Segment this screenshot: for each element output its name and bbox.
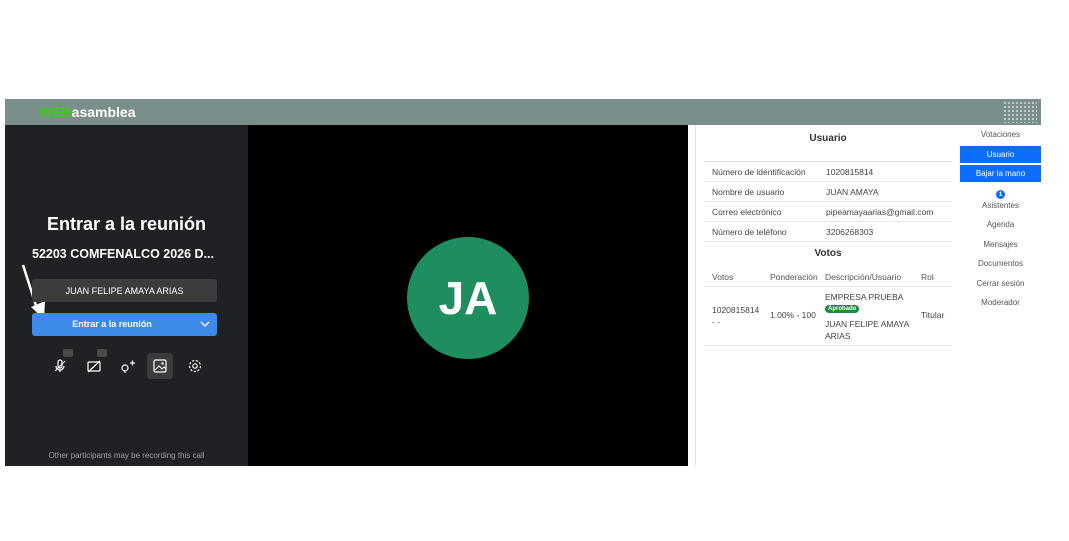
info-value: pipeamayaarias@gmail.com xyxy=(826,207,934,217)
nav-moderador[interactable]: Moderador xyxy=(960,298,1041,307)
vote-id: 1020815814 xyxy=(712,305,760,315)
camera-toggle[interactable] xyxy=(81,349,107,379)
info-row: Número de identificación 1020815814 xyxy=(704,162,952,182)
prejoin-panel: Entrar a la reunión 52203 COMFENALCO 202… xyxy=(5,125,248,466)
info-label: Número de teléfono xyxy=(712,227,787,237)
participant-name-field[interactable]: JUAN FELIPE AMAYA ARIAS xyxy=(32,279,217,302)
panel-title: Usuario xyxy=(809,133,847,144)
vote-company: EMPRESA PRUEBA xyxy=(825,292,904,302)
media-toolbar xyxy=(47,349,208,381)
join-meeting-button[interactable]: Entrar a la reunión xyxy=(32,313,217,336)
column-header: Votos xyxy=(712,272,734,282)
info-label: Nombre de usuario xyxy=(712,187,785,197)
user-info-table: Número de identificación 1020815814 Nombr… xyxy=(704,161,952,242)
nav-agenda[interactable]: Agenda xyxy=(960,220,1041,229)
status-badge: Aprobado xyxy=(825,305,860,313)
info-value: 1020815814 xyxy=(826,167,874,177)
background-icon xyxy=(153,359,167,373)
app-window: WEBasamblea Entrar a la reunión 52203 CO… xyxy=(5,99,1041,466)
settings-icon xyxy=(188,359,202,373)
vote-role: Titular xyxy=(921,310,945,320)
invite-icon xyxy=(121,360,135,373)
mic-toggle[interactable] xyxy=(47,349,73,379)
side-nav: Votaciones Usuario Bajar la mano 1 Asist… xyxy=(960,125,1041,466)
nav-mensajes[interactable]: Mensajes xyxy=(960,240,1041,249)
column-header: Ponderación xyxy=(770,272,818,282)
column-header: Descripción/Usuario xyxy=(825,272,902,282)
vote-weight: 1.00% - 100 xyxy=(770,310,816,320)
info-label: Correo electrónico xyxy=(712,207,782,217)
prejoin-title: Entrar a la reunión xyxy=(46,214,207,234)
vote-user: JUAN FELIPE AMAYA ARIAS xyxy=(825,319,909,341)
notification-badge: 1 xyxy=(996,190,1005,199)
avatar: JA xyxy=(407,237,529,359)
invite-button[interactable] xyxy=(115,353,141,379)
info-value: 3206268303 xyxy=(826,227,874,237)
camera-options-caret[interactable] xyxy=(97,349,107,357)
camera-off-icon xyxy=(87,360,101,373)
meeting-name: 52203 COMFENALCO 2026 D... xyxy=(32,247,215,261)
info-row: Correo electrónico pipeamayaarias@gmail.c… xyxy=(704,202,952,222)
info-value: JUAN AMAYA xyxy=(826,187,879,197)
nav-asistentes[interactable]: Asistentes xyxy=(960,201,1041,210)
join-meeting-label: Entrar a la reunión xyxy=(72,319,152,329)
nav-cerrar-sesion[interactable]: Cerrar sesión xyxy=(960,279,1041,288)
votes-title: Votos xyxy=(814,248,842,259)
settings-button[interactable] xyxy=(182,353,208,379)
video-stage: JA xyxy=(248,125,688,466)
nav-usuario[interactable]: Usuario xyxy=(960,146,1041,163)
recording-notice: Other participants may be recording this… xyxy=(48,451,205,460)
mic-options-caret[interactable] xyxy=(63,349,73,357)
nav-bajar-la-mano[interactable]: Bajar la mano xyxy=(960,165,1041,182)
column-header: Rol xyxy=(921,272,934,282)
brand-logo[interactable]: WEBasamblea xyxy=(39,104,136,120)
chevron-down-icon[interactable] xyxy=(200,319,210,329)
nav-votaciones[interactable]: Votaciones xyxy=(960,130,1041,139)
nav-documentos[interactable]: Documentos xyxy=(960,259,1041,268)
mic-off-icon xyxy=(54,359,66,372)
info-row: Nombre de usuario JUAN AMAYA xyxy=(704,182,952,202)
info-label: Número de identificación xyxy=(712,167,806,177)
dots-pattern xyxy=(1003,101,1037,123)
brand-suffix: asamblea xyxy=(71,104,136,120)
top-bar: WEBasamblea xyxy=(5,99,1041,125)
table-row: 1020815814 - - 1.00% - 100 EMPRESA PRUEB… xyxy=(704,286,952,346)
brand-prefix: WEB xyxy=(39,104,72,120)
vote-sub: - - xyxy=(712,317,721,327)
background-button[interactable] xyxy=(147,353,173,379)
user-panel: Usuario Número de identificación 10208158… xyxy=(695,125,961,466)
info-row: Número de teléfono 3206268303 xyxy=(704,222,952,242)
